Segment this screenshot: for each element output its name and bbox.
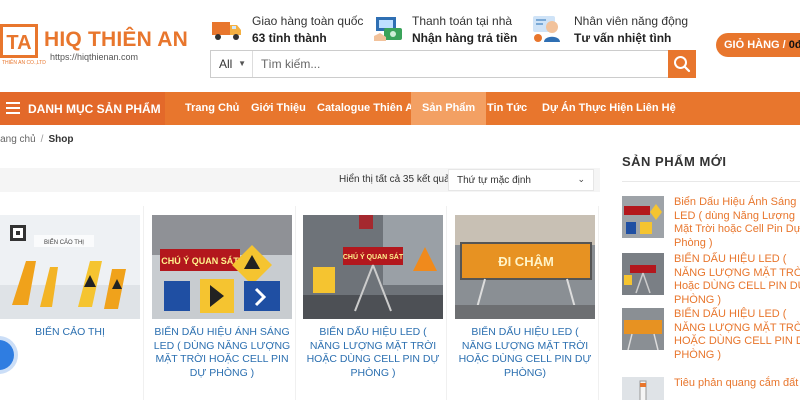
product-card[interactable]: ĐI CHẬM BIỂN DẤU HIỆU LED ( NĂNG LƯỢNG M… <box>455 206 599 400</box>
breadcrumb-current: Shop <box>48 134 74 145</box>
product-image[interactable]: ĐI CHẬM <box>455 215 595 319</box>
chevron-down-icon: ▼ <box>238 59 246 68</box>
logo-url: https://hiqthienan.com <box>50 52 139 62</box>
cart-total: 0đ <box>788 39 800 51</box>
sidebar-product-thumbnail[interactable] <box>622 196 664 238</box>
product-name[interactable]: BIỂN DẤU HIỆU LED ( NĂNG LƯỢNG MẶT TRỜI … <box>303 326 443 380</box>
sidebar-product-thumbnail[interactable] <box>622 253 664 295</box>
product-category-label: DANH MỤC SẢN PHẨM <box>28 102 161 116</box>
feature-delivery-title: Giao hàng toàn quốc <box>252 14 364 28</box>
nav-item-products[interactable]: Sản Phẩm <box>411 92 487 125</box>
product-image[interactable]: CHÚ Ý QUAN SÁT <box>152 215 292 319</box>
support-staff-icon <box>533 16 560 42</box>
feature-support: Nhân viên năng động Tư vấn nhiệt tình <box>532 12 722 48</box>
sidebar-product-name[interactable]: BIỂN DẤU HIỆU LED ( NĂNG LƯỢNG MẶT TRỜI … <box>674 308 800 362</box>
sidebar-product-name[interactable]: Biển Dấu Hiệu Ánh Sáng LED ( dùng Năng L… <box>674 196 800 250</box>
sidebar-product-name[interactable]: BIỂN DẤU HIỆU LED ( NĂNG LƯỢNG MẶT TRỜI … <box>674 253 800 307</box>
logo-name: HIQ THIÊN AN <box>44 28 188 51</box>
product-card[interactable]: CHÚ Ý QUAN SÁT BIỂN DẤU HIỆU LED ( NĂNG … <box>303 206 447 400</box>
sidebar-product-item[interactable]: Tiêu phản quang cắm đất <box>622 377 800 400</box>
payment-cash-icon <box>374 17 402 41</box>
sidebar-product-item[interactable]: Biển Dấu Hiệu Ánh Sáng LED ( dùng Năng L… <box>622 196 800 250</box>
nav-item-contact[interactable]: Liên Hệ <box>627 92 685 125</box>
nav-item-home[interactable]: Trang Chủ <box>176 92 248 125</box>
breadcrumb-separator: / <box>40 134 44 145</box>
logo-subtitle: THIÊN AN CO.,LTD <box>2 60 46 66</box>
product-category-menu[interactable]: DANH MỤC SẢN PHẨM <box>0 92 165 125</box>
sidebar-product-thumbnail[interactable] <box>622 377 664 400</box>
search-button[interactable] <box>668 50 696 78</box>
main-nav: DANH MỤC SẢN PHẨM Trang Chủ Giới Thiệu C… <box>0 92 800 125</box>
nav-item-projects[interactable]: Dự Án Thực Hiện <box>533 92 642 125</box>
search-icon <box>674 56 691 73</box>
logo-mark-text: TA <box>6 32 31 54</box>
nav-item-news[interactable]: Tin Tức <box>478 92 536 125</box>
site-logo[interactable]: TA HIQ THIÊN AN https://hiqthienan.com T… <box>0 22 188 66</box>
feature-payment-title: Thanh toán tại nhà <box>412 14 513 28</box>
chevron-down-icon: ⌄ <box>577 174 585 184</box>
sidebar-product-item[interactable]: BIỂN DẤU HIỆU LED ( NĂNG LƯỢNG MẶT TRỜI … <box>622 308 800 362</box>
product-image-caption: BIỂN CẢO THỊ <box>44 239 84 246</box>
result-toolbar: Hiển thị tất cả 35 kết quả Thứ tự mặc đị… <box>0 168 600 192</box>
product-image-caption: ĐI CHẬM <box>498 254 554 269</box>
sidebar-product-thumbnail[interactable] <box>622 308 664 350</box>
breadcrumb-home[interactable]: Trang chủ <box>0 134 36 145</box>
new-products-title: SẢN PHẨM MỚI <box>622 154 727 169</box>
product-name[interactable]: BIỂN DẤU HIỆU ÁNH SÁNG LED ( DÙNG NĂNG L… <box>152 326 292 380</box>
feature-payment: Thanh toán tại nhà Nhận hàng trả tiền <box>372 12 522 48</box>
product-name[interactable]: BIỂN CẢO THỊ <box>0 326 140 340</box>
search-input[interactable] <box>261 55 661 73</box>
cart-label: GIỎ HÀNG / <box>724 39 786 51</box>
result-count: Hiển thị tất cả 35 kết quả <box>339 174 450 185</box>
sidebar-product-name[interactable]: Tiêu phản quang cắm đất <box>674 377 800 391</box>
sort-value: Thứ tự mặc định <box>457 175 531 186</box>
search-bar: All ▼ <box>210 50 696 78</box>
feature-support-subtitle: Tư vấn nhiệt tình <box>574 31 672 45</box>
sidebar-product-item[interactable]: BIỂN DẤU HIỆU LED ( NĂNG LƯỢNG MẶT TRỜI … <box>622 253 800 307</box>
hamburger-menu-icon <box>6 102 20 114</box>
sidebar-divider <box>622 181 800 182</box>
product-image-caption: CHÚ Ý QUAN SÁT <box>161 255 239 266</box>
product-name[interactable]: BIỂN DẤU HIỆU LED ( NĂNG LƯỢNG MẶT TRỜI … <box>455 326 595 380</box>
feature-delivery-subtitle: 63 tỉnh thành <box>252 31 327 45</box>
site-header: TA HIQ THIÊN AN https://hiqthienan.com T… <box>0 0 800 92</box>
cart-button[interactable]: GIỎ HÀNG / 0đ <box>716 33 800 57</box>
logo-mark-icon: TA <box>0 24 38 58</box>
product-card[interactable]: BIỂN CẢO THỊ BIỂN CẢO THỊ <box>0 206 144 400</box>
feature-payment-subtitle: Nhận hàng trả tiền <box>412 31 518 45</box>
feature-delivery: Giao hàng toàn quốc 63 tỉnh thành <box>210 12 370 48</box>
product-image-caption: CHÚ Ý QUAN SÁT <box>343 252 404 261</box>
search-category-select[interactable]: All ▼ <box>211 51 253 77</box>
product-image[interactable]: BIỂN CẢO THỊ <box>0 215 140 319</box>
delivery-truck-icon <box>212 22 241 40</box>
product-image[interactable]: CHÚ Ý QUAN SÁT <box>303 215 443 319</box>
search-category-value: All <box>219 57 233 71</box>
feature-support-title: Nhân viên năng động <box>574 14 689 28</box>
nav-item-about[interactable]: Giới Thiệu <box>242 92 315 125</box>
product-card[interactable]: CHÚ Ý QUAN SÁT BIỂN DẤU HIỆU ÁNH SÁNG LE… <box>152 206 296 400</box>
sort-select[interactable]: Thứ tự mặc định ⌄ <box>448 169 594 191</box>
breadcrumb: Trang chủ / Shop <box>0 134 73 145</box>
